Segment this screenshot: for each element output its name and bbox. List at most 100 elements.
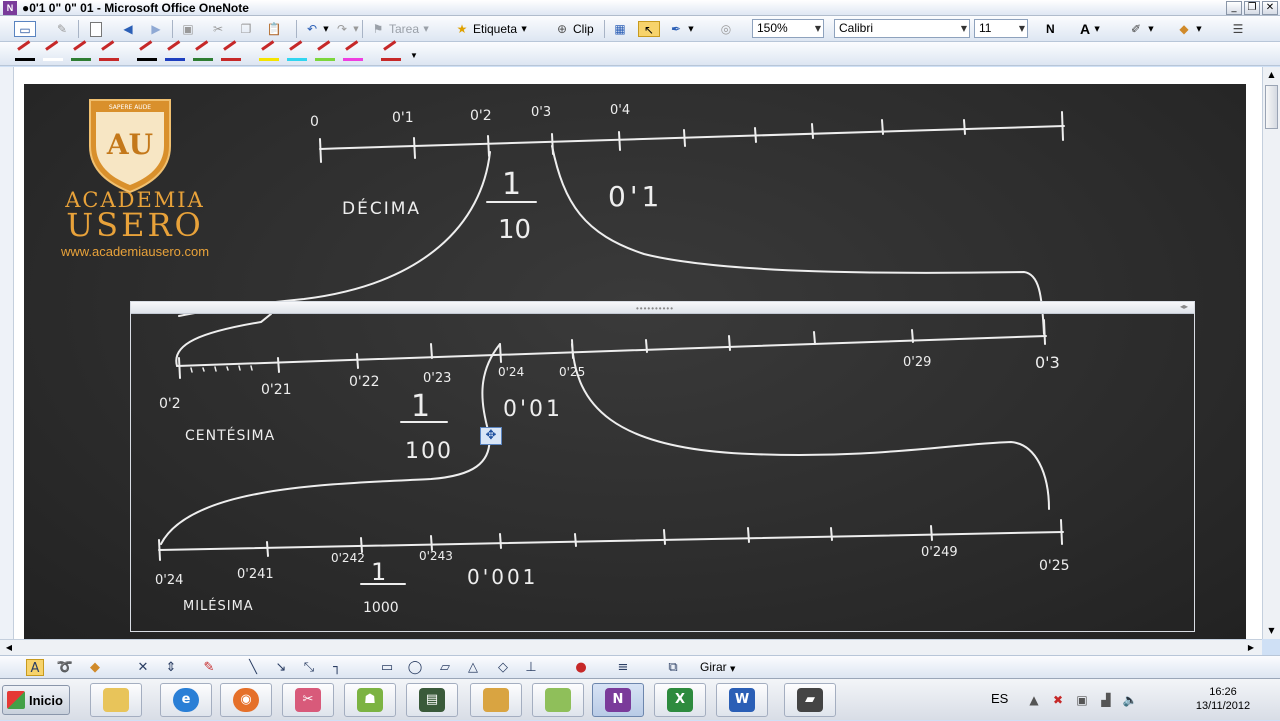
clip-button[interactable]: ⊕ Clip xyxy=(554,19,594,39)
font-color-button[interactable]: A ▼ xyxy=(1080,19,1101,39)
paste-button[interactable]: 📋 xyxy=(266,19,282,39)
horizontal-scrollbar[interactable]: ◀ ▶ xyxy=(0,639,1262,655)
start-button[interactable]: Inicio xyxy=(2,685,70,715)
full-page-view-button[interactable]: ▭ xyxy=(14,19,36,39)
image-drag-handle[interactable]: •••••••••• ◂▸ xyxy=(131,302,1194,314)
taskbar-folder[interactable] xyxy=(470,683,522,717)
eraser-button[interactable]: ◆ ▼ xyxy=(1176,19,1203,39)
pen-swatch-9[interactable] xyxy=(258,40,280,62)
rotate-button[interactable]: Girar ▼ xyxy=(700,660,735,674)
bold-button[interactable]: N xyxy=(1046,19,1055,39)
clock[interactable]: 16:26 13/11/2012 xyxy=(1178,685,1268,713)
scroll-up-icon[interactable]: ▲ xyxy=(1265,68,1278,82)
move-handle-icon[interactable]: ✥ xyxy=(480,427,502,445)
research-button[interactable]: ◎ xyxy=(718,19,734,39)
show-hidden-icons[interactable]: ▲ xyxy=(1026,692,1042,708)
taskbar-word[interactable]: W xyxy=(716,683,768,717)
pen-swatch-7[interactable] xyxy=(192,40,214,62)
scroll-left-icon[interactable]: ◀ xyxy=(2,641,16,654)
taskbar-explorer[interactable] xyxy=(90,683,142,717)
taskbar-onenote[interactable]: N xyxy=(592,683,644,717)
scroll-thumb[interactable] xyxy=(1265,85,1278,129)
axes-icon[interactable]: ⊥ xyxy=(522,659,540,676)
pen-swatch-4[interactable] xyxy=(98,40,120,62)
select-text-icon[interactable]: A xyxy=(26,659,44,676)
pen-swatch-12[interactable] xyxy=(342,40,364,62)
save-button[interactable]: ▣ xyxy=(180,19,196,39)
scissors-icon: ✂ xyxy=(212,22,224,36)
elbow-line-icon[interactable]: ┐ xyxy=(328,659,346,676)
line2-label-029: 0'29 xyxy=(903,355,931,370)
rectangle-icon[interactable]: ▭ xyxy=(378,659,396,676)
highlighter-button[interactable]: ✐ ▼ xyxy=(1128,19,1155,39)
network-icon[interactable]: ▟ xyxy=(1098,692,1114,708)
forward-button[interactable]: ▶ xyxy=(148,19,164,39)
taskbar-snipping-tool[interactable]: ✂ xyxy=(282,683,334,717)
triangle-icon[interactable]: △ xyxy=(464,659,482,676)
pen-mode-button[interactable]: ✎ xyxy=(54,19,70,39)
color-wheel-icon[interactable]: ● xyxy=(572,659,590,676)
table-button[interactable]: ▦ xyxy=(612,19,628,39)
scroll-right-icon[interactable]: ▶ xyxy=(1244,641,1258,654)
page-list-button[interactable]: ☰ xyxy=(1230,19,1246,39)
eraser-icon[interactable]: ◆ xyxy=(86,659,104,676)
resize-icon[interactable]: ◂▸ xyxy=(1180,302,1188,311)
line-icon[interactable]: ╲ xyxy=(244,659,262,676)
pen-swatch-5[interactable] xyxy=(136,40,158,62)
double-arrow-icon[interactable]: ⤡ xyxy=(300,659,318,676)
decimal-0-001: 0'001 xyxy=(467,565,538,589)
diamond-icon[interactable]: ◇ xyxy=(494,659,512,676)
pen-swatch-10[interactable] xyxy=(286,40,308,62)
language-indicator[interactable]: ES xyxy=(991,691,1008,706)
volume-icon[interactable]: 🔈 xyxy=(1122,692,1138,708)
vertical-scrollbar[interactable]: ▲ ▼ xyxy=(1262,67,1280,639)
arrow-line-icon[interactable]: ↘ xyxy=(272,659,290,676)
pen-swatch-6[interactable] xyxy=(164,40,186,62)
parallelogram-icon[interactable]: ▱ xyxy=(436,659,454,676)
onenote-app-icon[interactable]: N xyxy=(3,1,17,15)
taskbar-firefox[interactable]: ◉ xyxy=(220,683,272,717)
arrange-icon[interactable]: ⧉ xyxy=(664,659,682,676)
taskbar-internet-explorer[interactable]: e xyxy=(160,683,212,717)
pen-swatch-2[interactable] xyxy=(42,40,64,62)
delete-icon[interactable]: ✕ xyxy=(134,659,152,676)
pen-swatch-13[interactable] xyxy=(380,40,402,62)
tag-button[interactable]: ★ Etiqueta ▼ xyxy=(454,19,528,39)
back-button[interactable]: ◀ xyxy=(120,19,136,39)
line-weight-icon[interactable]: ≡ xyxy=(614,659,632,676)
redo-button[interactable]: ↷ ▼ xyxy=(334,19,359,39)
insert-space-icon[interactable]: ⇕ xyxy=(162,659,180,676)
taskbar-camera-app[interactable]: ▰ xyxy=(784,683,836,717)
taskbar-android-emulator[interactable]: ☗ xyxy=(344,683,396,717)
ink-tools-button[interactable]: ✒ ▼ xyxy=(668,19,695,39)
lasso-icon[interactable]: ➰ xyxy=(56,659,74,676)
pen-select-button[interactable]: ↖ xyxy=(638,19,660,39)
minimize-button[interactable]: _ xyxy=(1226,1,1242,15)
pen-swatch-11[interactable] xyxy=(314,40,336,62)
taskbar-chalkboard-app[interactable]: ▤ xyxy=(406,683,458,717)
pen-swatch-3[interactable] xyxy=(70,40,92,62)
selected-image-frame[interactable]: •••••••••• ◂▸ 0'2 0'21 0'22 0'23 0'24 0'… xyxy=(130,301,1195,632)
more-pens-icon[interactable]: ▼ xyxy=(410,45,418,65)
pen-color-icon[interactable]: ✎ xyxy=(200,659,218,676)
new-page-button[interactable] xyxy=(90,19,102,39)
pen-swatch-8[interactable] xyxy=(220,40,242,62)
taskbar-excel[interactable]: X xyxy=(654,683,706,717)
security-alert-icon[interactable]: ✖ xyxy=(1050,692,1066,708)
fraction-1-100-denominator: 100 xyxy=(405,439,453,464)
list-icon: ☰ xyxy=(1232,22,1244,36)
undo-button[interactable]: ↶ ▼ xyxy=(304,19,329,39)
close-button[interactable]: ✕ xyxy=(1262,1,1278,15)
task-button[interactable]: ⚑ Tarea ▼ xyxy=(370,19,430,39)
restore-button[interactable]: ❐ xyxy=(1244,1,1260,15)
zoom-select[interactable]: 150% ▼ xyxy=(752,19,824,38)
pen-swatch-1[interactable] xyxy=(14,40,36,62)
taskbar-paint[interactable] xyxy=(532,683,584,717)
scroll-down-icon[interactable]: ▼ xyxy=(1265,624,1278,638)
cut-button[interactable]: ✂ xyxy=(210,19,226,39)
ellipse-icon[interactable]: ◯ xyxy=(406,659,424,676)
font-size-select[interactable]: 11 ▼ xyxy=(974,19,1028,38)
device-icon[interactable]: ▣ xyxy=(1074,692,1090,708)
font-select[interactable]: Calibri ▼ xyxy=(834,19,970,38)
copy-button[interactable]: ❐ xyxy=(238,19,254,39)
